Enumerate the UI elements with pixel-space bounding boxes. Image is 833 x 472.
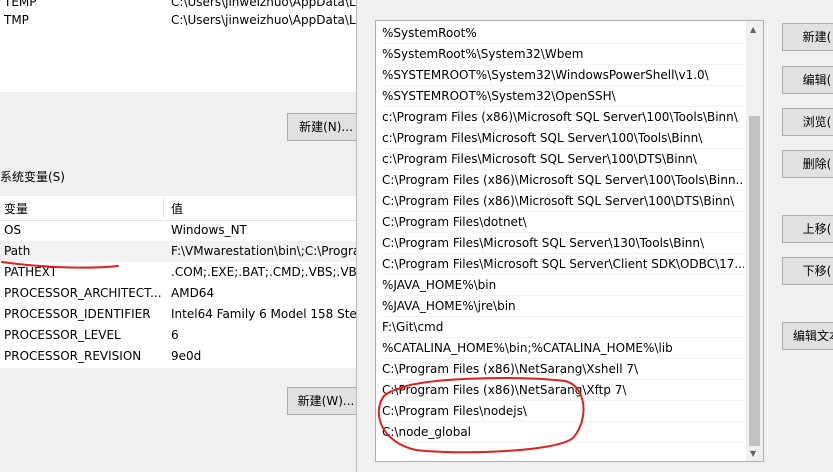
path-entry[interactable]: c:\Program Files (x86)\Microsoft SQL Ser… [382,107,744,128]
path-entry[interactable]: %JAVA_HOME%\jre\bin [382,296,744,317]
path-entry[interactable]: C:\Program Files (x86)\Microsoft SQL Ser… [382,191,744,212]
path-entry-nodejs[interactable]: C:\Program Files\nodejs\ [382,401,744,422]
system-var-row[interactable]: PROCESSOR_IDENTIFIER Intel64 Family 6 Mo… [0,304,360,325]
system-var-row[interactable]: PROCESSOR_ARCHITECT... AMD64 [0,283,360,304]
path-entry[interactable]: %SYSTEMROOT%\System32\OpenSSH\ [382,86,744,107]
edit-text-button[interactable]: 编辑文本 [782,322,833,350]
path-entry-node-global[interactable]: C:\node_global [382,422,744,443]
edit-path-dialog: %SystemRoot% %SystemRoot%\System32\Wbem … [356,0,833,472]
user-variables-list: TEMP C:\Users\jinweizhuo\AppData\Lo TMP … [0,0,363,92]
system-var-row[interactable]: PATHEXT .COM;.EXE;.BAT;.CMD;.VBS;.VBE; [0,262,360,283]
path-entry[interactable]: C:\Program Files (x86)\NetSarang\Xftp 7\ [382,380,744,401]
new-entry-button[interactable]: 新建( [782,23,833,51]
path-entry[interactable]: %SystemRoot%\System32\Wbem [382,44,744,65]
system-new-button[interactable]: 新建(W)... [287,387,365,415]
system-var-row[interactable]: PROCESSOR_REVISION 9e0d [0,346,360,367]
delete-button[interactable]: 删除( [782,150,833,178]
path-entry[interactable]: F:\Git\cmd [382,317,744,338]
system-var-row[interactable]: PROCESSOR_LEVEL 6 [0,325,360,346]
system-variables-header: 变量 值 [0,196,360,221]
path-entry[interactable]: C:\Program Files\Microsoft SQL Server\13… [382,233,744,254]
column-header-value[interactable]: 值 [171,200,183,217]
path-entry[interactable]: %SYSTEMROOT%\System32\WindowsPowerShell\… [382,65,744,86]
scroll-down-arrow-icon[interactable]: ▼ [750,449,756,458]
browse-button[interactable]: 浏览( [782,108,833,136]
path-entry[interactable]: c:\Program Files\Microsoft SQL Server\10… [382,149,744,170]
edit-entry-button[interactable]: 编辑( [782,66,833,94]
path-entry[interactable]: %CATALINA_HOME%\bin;%CATALINA_HOME%\lib [382,338,744,359]
scrollbar-thumb[interactable] [749,116,760,446]
system-variables-table: 变量 值 OS Windows_NT Path F:\VMwarestation… [0,196,360,368]
system-variables-group-label: 系统变量(S) [0,170,65,184]
path-entry[interactable]: %SystemRoot% [382,23,744,44]
move-down-button[interactable]: 下移( [782,257,833,285]
environment-variables-dialog: TEMP C:\Users\jinweizhuo\AppData\Lo TMP … [0,0,365,472]
path-entry[interactable]: c:\Program Files\Microsoft SQL Server\10… [382,128,744,149]
path-entry[interactable]: C:\Program Files\dotnet\ [382,212,744,233]
scroll-up-arrow-icon[interactable]: ▲ [750,25,756,34]
path-entry[interactable]: C:\Program Files\Microsoft SQL Server\Cl… [382,254,744,275]
vertical-scrollbar[interactable]: ▲ ▼ [746,21,763,461]
user-new-button[interactable]: 新建(N)... [287,113,365,141]
path-entry[interactable]: %JAVA_HOME%\bin [382,275,744,296]
path-entry[interactable]: C:\Program Files (x86)\Microsoft SQL Ser… [382,170,744,191]
column-divider[interactable] [163,198,164,218]
move-up-button[interactable]: 上移( [782,215,833,243]
path-entries-list: %SystemRoot% %SystemRoot%\System32\Wbem … [375,20,764,462]
path-entry[interactable]: C:\Program Files (x86)\NetSarang\Xshell … [382,359,744,380]
system-var-row[interactable]: OS Windows_NT [0,220,360,241]
column-header-variable[interactable]: 变量 [4,200,28,217]
system-var-row-path[interactable]: Path F:\VMwarestation\bin\;C:\Progra [0,241,360,262]
